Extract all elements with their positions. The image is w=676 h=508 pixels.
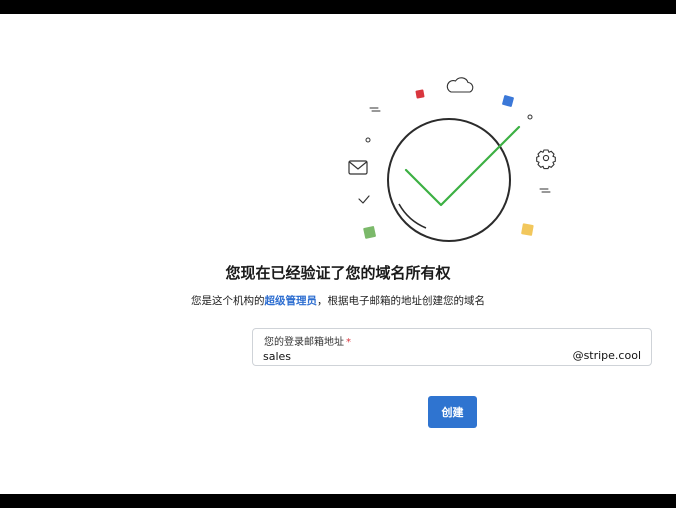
email-field-label-text: 您的登录邮箱地址 (264, 337, 344, 348)
login-email-field: 您的登录邮箱地址* @stripe.cool (252, 328, 652, 366)
green-square-decoration (363, 226, 376, 239)
required-marker: * (346, 337, 351, 348)
blue-square-decoration (502, 95, 514, 107)
yellow-square-decoration (521, 223, 534, 236)
page-title: 您现在已经验证了您的域名所有权 (225, 264, 451, 282)
checkmark-circle-icon (387, 118, 521, 242)
description-suffix: ，根据电子邮箱的地址创建您的域名 (317, 295, 485, 307)
dot-decoration-left (365, 137, 371, 143)
email-prefix-input[interactable] (263, 348, 563, 364)
description-prefix: 您是这个机构的 (191, 295, 265, 307)
dot-decoration-right (527, 114, 533, 120)
email-field-label: 您的登录邮箱地址 * (264, 333, 351, 348)
cloud-icon (446, 77, 474, 93)
dash-decoration-left (369, 107, 381, 112)
envelope-icon (348, 160, 368, 175)
page-description: 您是这个机构的超级管理员，根据电子邮箱的地址创建您的域名 (0, 293, 676, 308)
create-button[interactable]: 创建 (428, 396, 477, 428)
bottom-letterbox-bar (0, 494, 676, 508)
success-illustration (348, 77, 556, 242)
small-check-icon (358, 195, 370, 204)
super-admin-link[interactable]: 超级管理员 (265, 295, 318, 307)
gear-icon (536, 149, 556, 170)
email-domain-suffix: @stripe.cool (572, 349, 641, 362)
red-square-decoration (415, 89, 425, 99)
dash-decoration-right (539, 188, 551, 193)
